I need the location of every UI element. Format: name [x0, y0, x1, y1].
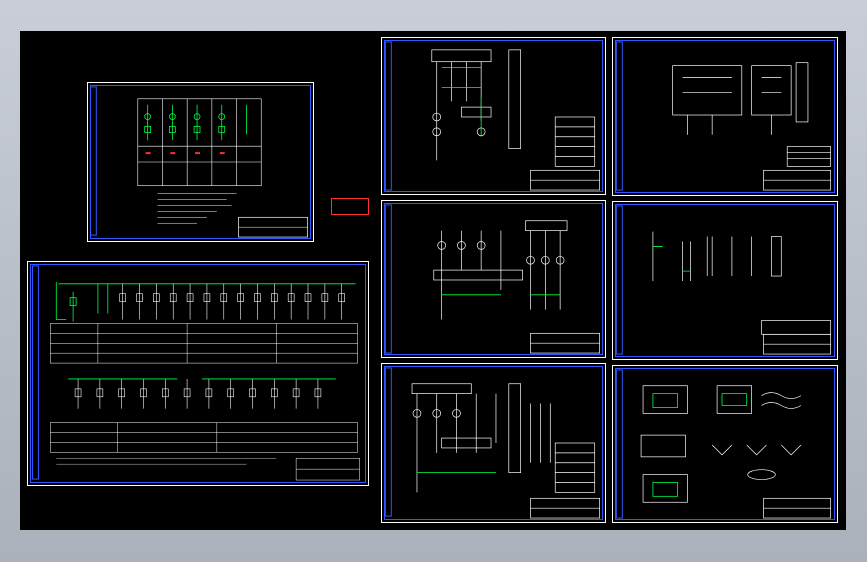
sheet-bottom-left[interactable]: [27, 261, 369, 486]
sheet-right-2-drawing: [615, 205, 831, 355]
sheet-middle-3-drawing: [384, 367, 601, 519]
sheet-middle-2[interactable]: [381, 200, 606, 358]
sheet-middle-2-drawing: [384, 204, 600, 354]
watermark-stamp: [331, 198, 369, 215]
sheet-right-1[interactable]: [612, 37, 838, 196]
drawing-canvas[interactable]: [20, 31, 846, 530]
sheet-top-left[interactable]: [87, 82, 314, 242]
sheet-middle-3[interactable]: [381, 363, 606, 523]
sheet-right-3-drawing: [615, 369, 831, 519]
sheet-right-2[interactable]: [612, 201, 838, 360]
sheet-bottom-left-drawing: [31, 265, 360, 481]
sheet-middle-1-drawing: [384, 41, 600, 191]
sheet-right-3[interactable]: [612, 365, 838, 523]
sheet-top-left-drawing: [89, 86, 308, 238]
sheet-middle-1[interactable]: [381, 37, 606, 195]
sheet-right-1-drawing: [615, 41, 831, 191]
